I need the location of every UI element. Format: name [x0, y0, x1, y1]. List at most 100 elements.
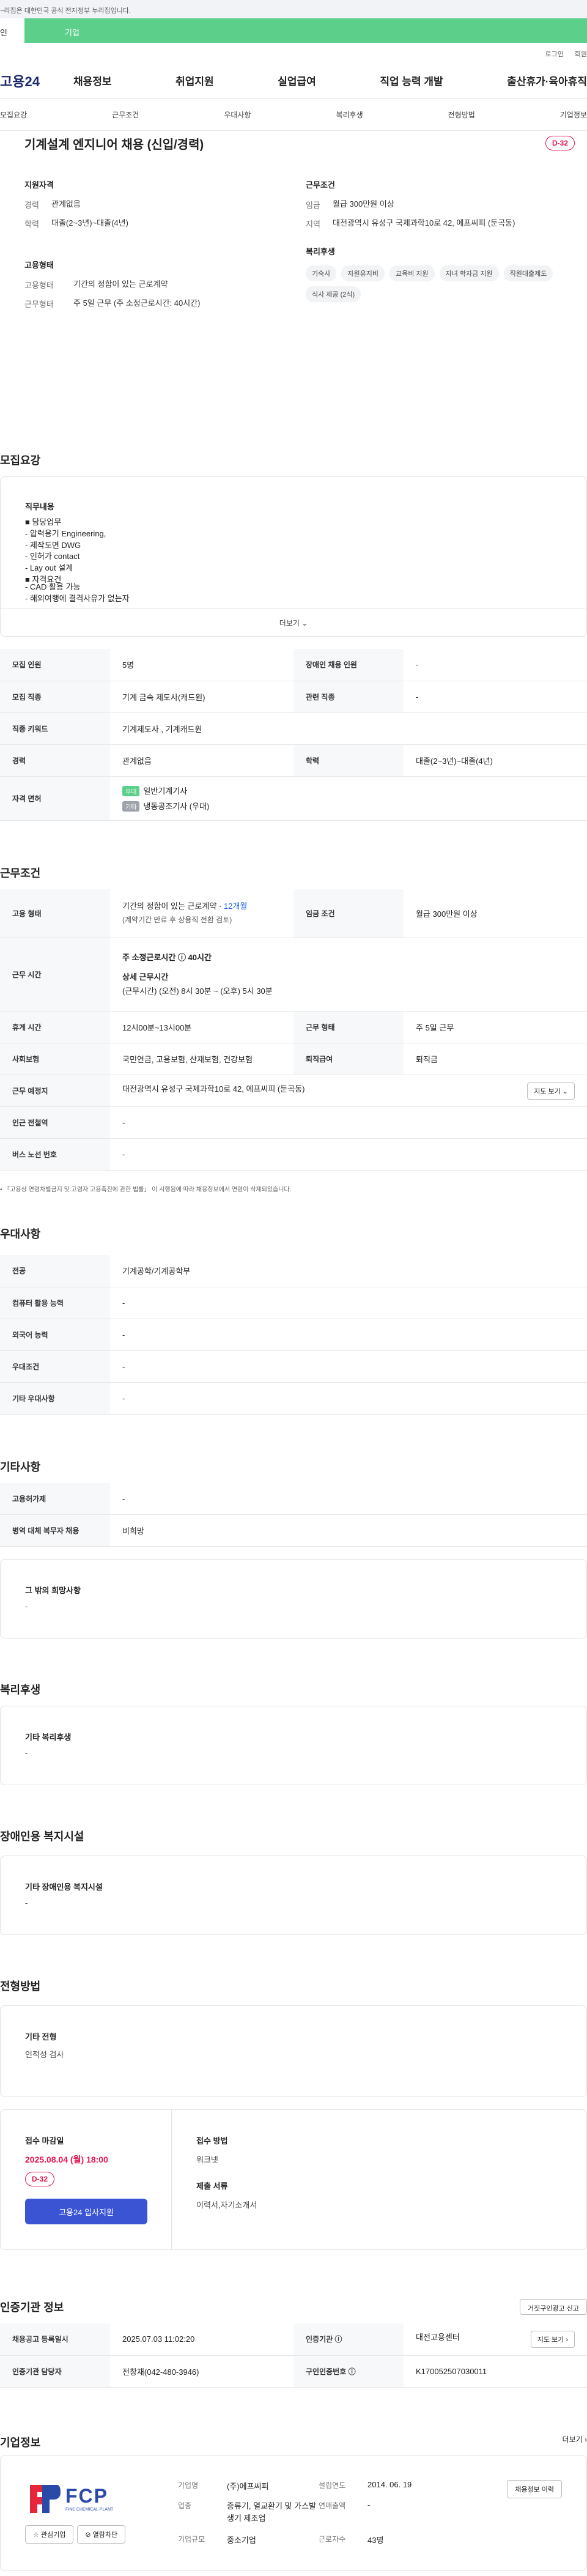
cond-key: 지역	[306, 220, 320, 229]
cond-title: 근무조건	[306, 180, 335, 190]
cond-value: 대전광역시 유성구 국제과학10로 42, 에프씨피 (둔곡동)	[333, 218, 515, 228]
subnav-work[interactable]: 근무조건	[112, 109, 139, 120]
license-badge: 우대	[122, 786, 140, 796]
subnav-company[interactable]: 기업정보	[560, 109, 587, 120]
section-title-company: 기업정보	[0, 2436, 41, 2449]
cell-label: 휴게 시간	[0, 1011, 110, 1043]
table-row: 기타 우대사항 -	[0, 1382, 587, 1415]
cell-label: 우대조건	[0, 1350, 110, 1383]
tab-personal[interactable]: 인	[0, 18, 24, 43]
hours-detail: (근무시간) (오전) 8시 30분 ~ (오후) 5시 30분	[122, 986, 273, 996]
cell-label: 외국어 능력	[0, 1319, 110, 1351]
qual-value: 관계없음	[51, 199, 81, 209]
company-year: 2014. 06. 19	[367, 2479, 412, 2489]
disabled-header: 장애인용 복지시설	[0, 1785, 587, 1856]
company-more-link[interactable]: 더보기 ›	[563, 2434, 587, 2455]
table-row: 휴게 시간 12시00분~13시00분 근무 형태 주 5일 근무	[0, 1011, 587, 1043]
job-description-box: 직무내용 ■ 담당업무 - 압력용기 Engineering, - 제작도면 D…	[0, 476, 587, 637]
cell-value: -	[110, 1138, 587, 1171]
work-header: 근무조건	[0, 821, 587, 889]
job-history-button[interactable]: 채용정보 이력	[507, 2479, 562, 2498]
subnav-process[interactable]: 전형방법	[448, 109, 475, 120]
company-label: 기업명	[178, 2481, 199, 2490]
qual-title: 지원자격	[24, 180, 54, 190]
cell-label: 퇴직급여	[294, 1043, 404, 1075]
cell-label: 인근 전철역	[0, 1106, 110, 1139]
company-label: 연매출액	[319, 2501, 346, 2510]
cell-value: 전창재(042-480-3946)	[110, 2355, 294, 2388]
method-label: 접수 방법	[196, 2136, 228, 2145]
emp-value: 주 5일 근무 (주 소정근로시간: 40시간)	[73, 298, 201, 308]
cert-map-button[interactable]: 지도 보기 ›	[530, 2330, 575, 2348]
block-button[interactable]: ⊘ 열람차단	[77, 2525, 126, 2544]
company-jobs-block: 채용정보 이력	[507, 2479, 562, 2546]
welfare-chip: 자녀 학자금 지원	[439, 265, 499, 281]
cell-value: 관계없음	[110, 744, 294, 777]
subnav-pref[interactable]: 우대사항	[224, 109, 251, 120]
emp-value: 기간의 정함이 있는 근로계약 ·	[122, 901, 224, 911]
desc-line: - 압력용기 Engineering,	[25, 528, 106, 538]
job-description: 직무내용 ■ 담당업무 - 압력용기 Engineering, - 제작도면 D…	[1, 477, 586, 609]
gnb-item-benefit[interactable]: 실업급여	[278, 73, 316, 88]
qual-row: 경력 관계없음	[24, 199, 306, 210]
gnb-item-leave[interactable]: 출산휴가·육아휴직	[507, 73, 587, 88]
cond-block: 근무조건 임금 월급 300만원 이상 지역 대전광역시 유성구 국제과학10로 4…	[306, 179, 587, 317]
docs-label: 제출 서류	[196, 2182, 228, 2191]
cell-label: 인증기관 담당자	[0, 2355, 110, 2388]
logo-sub: FINE CHEMICAL PLANT	[65, 2507, 114, 2512]
cell-label: 사회보험	[0, 1043, 110, 1075]
table-row: 사회보험 국민연금, 고용보험, 산재보험, 건강보험 퇴직급여 퇴직금	[0, 1043, 587, 1075]
emp-value: 기간의 정함이 있는 근로계약	[73, 279, 168, 289]
login-link[interactable]: 로그인	[545, 49, 563, 62]
cell-value: 월급 300만원 이상	[404, 889, 587, 938]
gnb-menu: 채용정보 취업지원 실업급여 직업 능력 개발 출산휴가·육아휴직	[73, 73, 587, 88]
global-nav: 고용24 채용정보 취업지원 실업급여 직업 능력 개발 출산휴가·육아휴직	[0, 62, 587, 99]
gnb-item-training[interactable]: 직업 능력 개발	[380, 73, 443, 88]
more-button[interactable]: 더보기 ⌄	[1, 609, 586, 636]
subnav-welfare[interactable]: 복리후생	[336, 109, 363, 120]
site-logo[interactable]: 고용24	[0, 71, 73, 91]
section-title-disabled: 장애인용 복지시설	[0, 1830, 84, 1843]
desc-line: - 해외여행에 결격사유가 없는자	[25, 593, 130, 603]
cert-header: 인증기관 정보 거짓구인광고 신고	[0, 2250, 587, 2323]
map-button[interactable]: 지도 보기 ⌄	[527, 1082, 575, 1100]
job-title-row: 기계설계 엔지니어 채용 (신입/경력) D-32	[24, 131, 587, 155]
gnb-item-support[interactable]: 취업지원	[175, 73, 214, 88]
cell-label: 병역 대체 복무자 채용	[0, 1514, 110, 1547]
cell-value: 2025.07.03 11:02:20	[110, 2323, 294, 2356]
report-button[interactable]: 거짓구인광고 신고	[519, 2299, 587, 2315]
favorite-button[interactable]: ☆ 관심기업	[25, 2525, 74, 2544]
apply-button[interactable]: 고용24 입사지원	[25, 2199, 147, 2224]
cell-value: K170052507030011	[404, 2355, 587, 2388]
section-title-etc: 기타사항	[0, 1460, 41, 1473]
table-row: 고용허가제 -	[0, 1482, 587, 1515]
pref-table: 전공 기계공학/기계공학부 컴퓨터 활용 능력 - 외국어 능력 - 우대조건 - 기타…	[0, 1255, 587, 1415]
license-name: 냉동공조기사 (우대)	[143, 802, 210, 811]
work-table: 고용 형태 기간의 정함이 있는 근로계약 · 12개월 (계약기간 만료 후 상…	[0, 889, 587, 1171]
gov-notice-bar: ~리집은 대한민국 공식 전자정부 누리집입니다.	[0, 0, 587, 18]
etc-wish-title: 그 밖의 희망사항	[25, 1586, 81, 1595]
company-grid: 기업명 (주)에프씨피 설립연도 2014. 06. 19 업종 증류기, 열교환기 …	[178, 2480, 507, 2546]
cell-value: 5명	[110, 649, 294, 681]
table-row: 근무 시간 주 소정근로시간 ⓘ 40시간 상세 근무시간 (근무시간) (오전…	[0, 938, 587, 1012]
table-row: 우대조건 -	[0, 1350, 587, 1383]
place-value: 대전광역시 유성구 국제과학10로 42, 에프씨피 (둔곡동)	[122, 1084, 305, 1094]
license-name: 일반기계기사	[143, 786, 188, 796]
cond-value: 월급 300만원 이상	[333, 199, 394, 209]
welfare-chip: 교육비 지원	[389, 265, 435, 281]
signup-link[interactable]: 회원	[575, 49, 587, 62]
gnb-item-jobs[interactable]: 채용정보	[73, 73, 112, 88]
cell-value: 12시00분~13시00분	[110, 1011, 294, 1043]
tab-company[interactable]: 기업	[24, 18, 79, 43]
disabled-value: -	[25, 1898, 28, 1908]
company-name: (주)에프씨피	[227, 2481, 269, 2491]
section-title-pref: 우대사항	[0, 1228, 41, 1240]
desc-line: - CAD 활용 가능	[25, 582, 81, 592]
subnav-recruit[interactable]: 모집요강	[0, 109, 27, 120]
hours-main: 주 소정근로시간 ⓘ 40시간	[122, 953, 212, 963]
cell-label: 자격 면허	[0, 776, 110, 821]
cell-label: 근무 형태	[294, 1011, 404, 1043]
table-row: 모집 인원 5명 장애인 채용 인원 -	[0, 649, 587, 681]
cell-value: -	[110, 1106, 587, 1139]
cell-value: 주 5일 근무	[404, 1011, 587, 1043]
